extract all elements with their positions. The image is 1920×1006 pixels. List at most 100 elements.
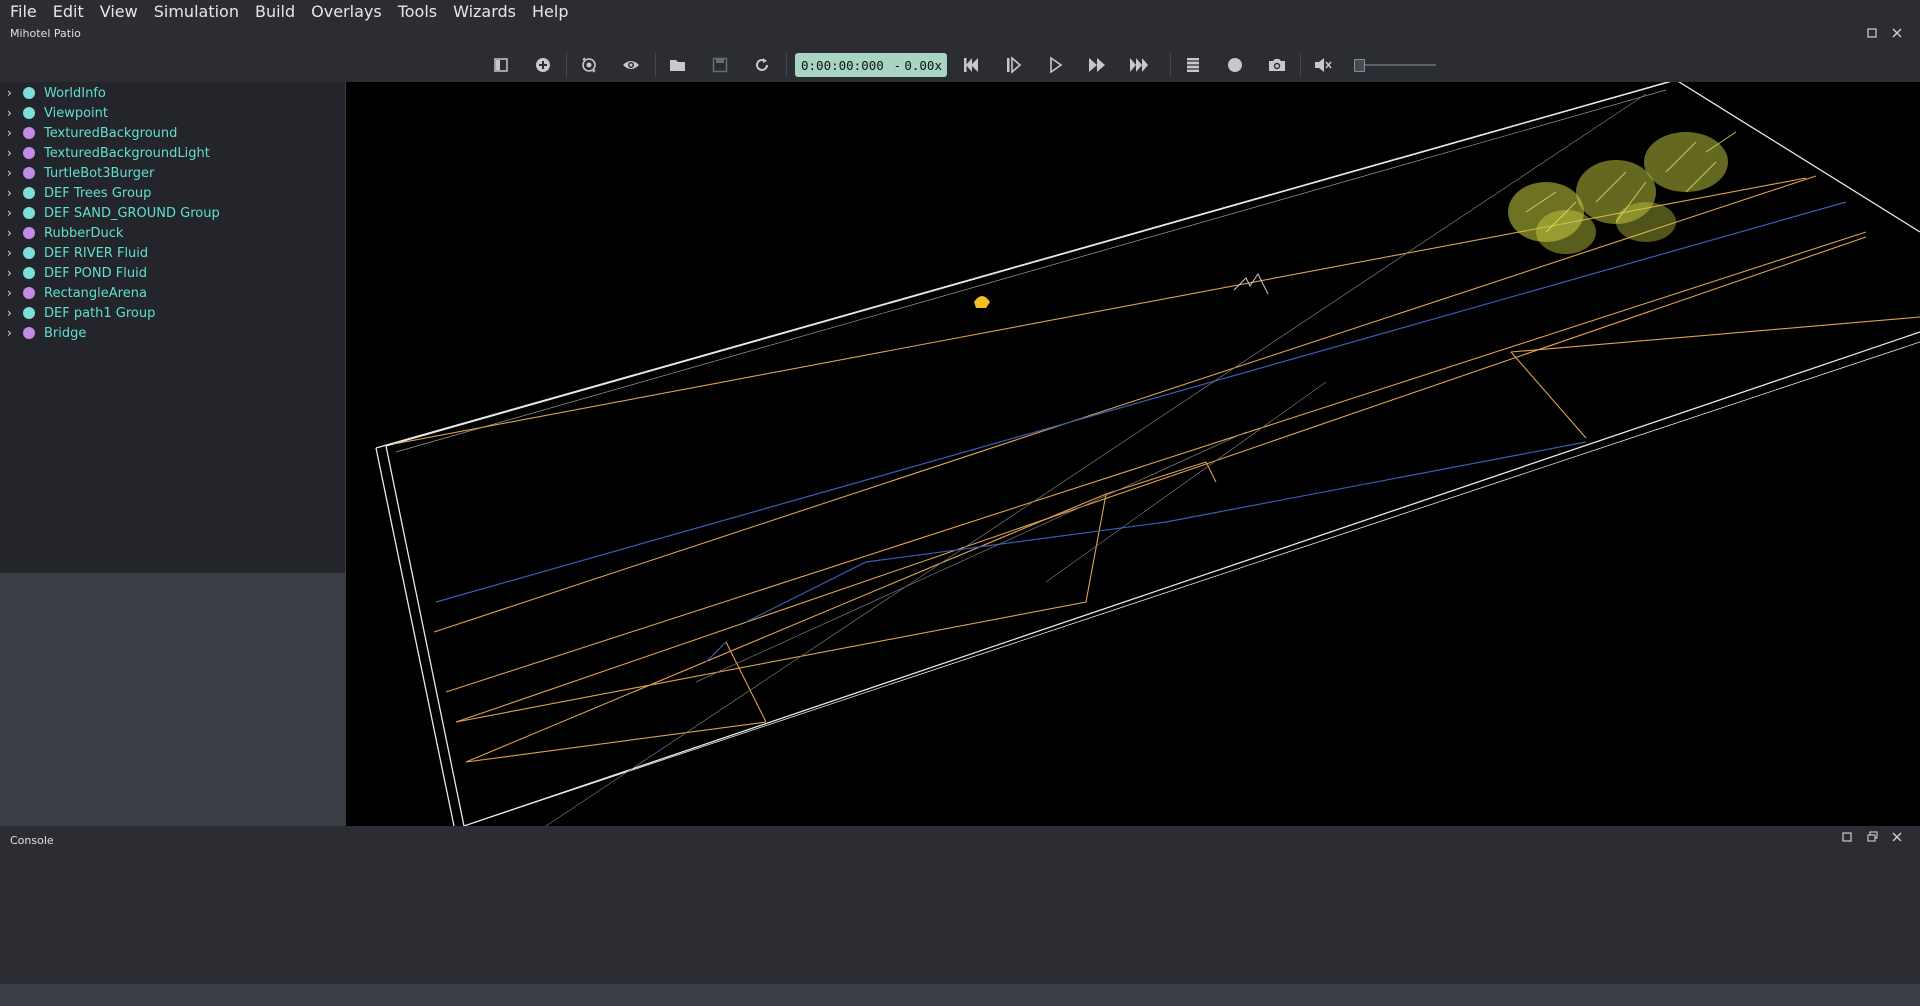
node-type-icon: [23, 127, 35, 139]
scene-tree-item[interactable]: › DEF Trees Group: [0, 183, 345, 203]
reset-simulation-icon[interactable]: [960, 54, 982, 76]
scene-tree-item-label: RectangleArena: [44, 285, 147, 301]
eye-icon[interactable]: [620, 54, 642, 76]
menu-bar: File Edit View Simulation Build Overlays…: [0, 0, 1920, 24]
expand-arrow-icon[interactable]: ›: [7, 126, 17, 140]
scene-tree-item-label: WorldInfo: [44, 85, 106, 101]
volume-slider-track[interactable]: [1358, 64, 1436, 66]
menu-file[interactable]: File: [0, 0, 44, 24]
open-folder-icon[interactable]: [667, 54, 689, 76]
expand-arrow-icon[interactable]: ›: [7, 326, 17, 340]
menu-edit[interactable]: Edit: [44, 0, 91, 24]
screenshot-camera-icon[interactable]: [1266, 54, 1288, 76]
3d-view[interactable]: [346, 82, 1920, 826]
scene-tree-item-label: Viewpoint: [44, 105, 109, 121]
scene-tree-item-label: DEF SAND_GROUND Group: [44, 205, 220, 221]
reload-icon[interactable]: [751, 54, 773, 76]
scene-tree-item[interactable]: › TurtleBot3Burger: [0, 163, 345, 183]
expand-arrow-icon[interactable]: ›: [7, 86, 17, 100]
menu-view[interactable]: View: [91, 0, 145, 24]
scene-tree-item[interactable]: › DEF SAND_GROUND Group: [0, 203, 345, 223]
volume-slider-handle[interactable]: [1354, 59, 1365, 72]
scene-tree-item[interactable]: › Viewpoint: [0, 103, 345, 123]
scene-tree-item[interactable]: › DEF RIVER Fluid: [0, 243, 345, 263]
scene-tree-item[interactable]: › RectangleArena: [0, 283, 345, 303]
expand-arrow-icon[interactable]: ›: [7, 306, 17, 320]
expand-arrow-icon[interactable]: ›: [7, 146, 17, 160]
scene-tree-item-label: RubberDuck: [44, 225, 124, 241]
simulation-speed: 0.00x: [904, 57, 942, 73]
maximize-icon[interactable]: [1864, 27, 1880, 43]
trees-group: [1508, 132, 1728, 254]
maximize-icon[interactable]: [1839, 831, 1855, 847]
scene-tree-item-label: DEF RIVER Fluid: [44, 245, 149, 261]
video-record-icon[interactable]: [1182, 54, 1204, 76]
fast-forward-icon[interactable]: [1086, 54, 1108, 76]
scene-tree-item-label: Bridge: [44, 325, 87, 341]
menu-overlays-label: Overlays: [311, 2, 382, 21]
scene-tree-item[interactable]: › Bridge: [0, 323, 345, 343]
menu-wizards[interactable]: Wizards: [444, 0, 523, 24]
toolbar-separator: [786, 53, 787, 77]
scene-tree-item[interactable]: › DEF path1 Group: [0, 303, 345, 323]
world-title: Mihotel Patio: [10, 27, 81, 40]
node-type-icon: [23, 327, 35, 339]
river-lines: [435, 201, 1847, 663]
scene-tree-item[interactable]: › DEF POND Fluid: [0, 263, 345, 283]
scene-tree-item-label: DEF path1 Group: [44, 305, 156, 321]
simulation-time: 0:00:00:000: [801, 57, 884, 73]
menu-wizards-label: Wizards: [453, 2, 517, 21]
save-icon[interactable]: [709, 54, 731, 76]
node-type-icon: [23, 307, 35, 319]
mute-speaker-icon[interactable]: [1312, 54, 1334, 76]
scene-tree-item-label: TurtleBot3Burger: [44, 165, 155, 181]
close-icon[interactable]: [1889, 27, 1905, 43]
fastest-forward-icon[interactable]: [1128, 54, 1150, 76]
close-icon[interactable]: [1889, 831, 1905, 847]
simulation-clock: 0:00:00:000 - 0.00x: [795, 53, 947, 77]
menu-overlays[interactable]: Overlays: [302, 0, 389, 24]
toolbar-separator: [566, 53, 567, 77]
expand-arrow-icon[interactable]: ›: [7, 286, 17, 300]
path-lines: [393, 175, 1920, 763]
menu-help[interactable]: Help: [523, 0, 575, 24]
clock-separator: -: [893, 57, 902, 73]
scene-tree-item[interactable]: › TexturedBackgroundLight: [0, 143, 345, 163]
scene-tree-item-label: DEF POND Fluid: [44, 265, 147, 281]
toolbar-separator: [1170, 53, 1171, 77]
menu-view-label: View: [99, 2, 138, 21]
scene-tree-item[interactable]: › RubberDuck: [0, 223, 345, 243]
menu-simulation-label: Simulation: [153, 2, 239, 21]
menu-tools[interactable]: Tools: [389, 0, 444, 24]
step-icon[interactable]: [1002, 54, 1024, 76]
node-type-icon: [23, 107, 35, 119]
float-window-icon[interactable]: [1864, 831, 1880, 847]
expand-arrow-icon[interactable]: ›: [7, 106, 17, 120]
scene-tree-item[interactable]: › TexturedBackground: [0, 123, 345, 143]
expand-arrow-icon[interactable]: ›: [7, 206, 17, 220]
arena-walls: [375, 82, 1920, 826]
menu-build[interactable]: Build: [246, 0, 302, 24]
expand-arrow-icon[interactable]: ›: [7, 246, 17, 260]
console-output[interactable]: [0, 852, 1920, 984]
scene-tree-item[interactable]: › WorldInfo: [0, 83, 345, 103]
node-type-icon: [23, 87, 35, 99]
expand-arrow-icon[interactable]: ›: [7, 166, 17, 180]
toggle-scene-tree-icon[interactable]: [490, 54, 512, 76]
menu-tools-label: Tools: [397, 2, 438, 21]
menu-edit-label: Edit: [52, 2, 84, 21]
record-icon[interactable]: [1224, 54, 1246, 76]
scene-tree-item-label: TexturedBackgroundLight: [44, 145, 210, 161]
expand-arrow-icon[interactable]: ›: [7, 186, 17, 200]
scene-tree-item-label: TexturedBackground: [44, 125, 178, 141]
expand-arrow-icon[interactable]: ›: [7, 226, 17, 240]
add-node-icon[interactable]: [532, 54, 554, 76]
menu-build-label: Build: [254, 2, 296, 21]
follow-object-icon[interactable]: [578, 54, 600, 76]
guide-lines: [545, 93, 1647, 826]
rubber-duck[interactable]: [974, 296, 990, 308]
play-icon[interactable]: [1044, 54, 1066, 76]
menu-simulation[interactable]: Simulation: [145, 0, 246, 24]
3d-scene: [375, 82, 1920, 826]
expand-arrow-icon[interactable]: ›: [7, 266, 17, 280]
